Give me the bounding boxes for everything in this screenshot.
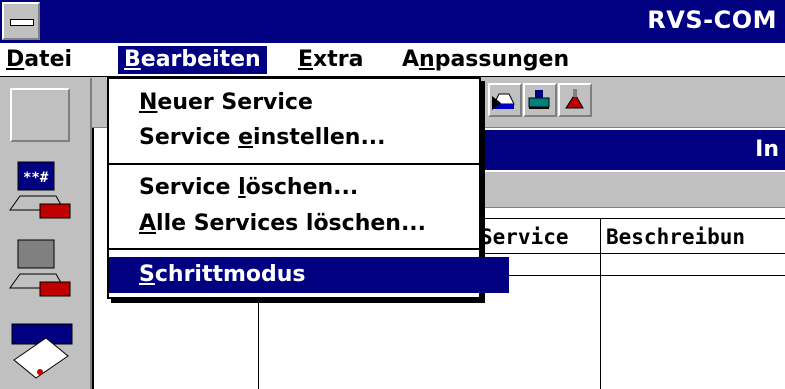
item-key: N <box>139 90 158 115</box>
item-rest: öschen... <box>245 175 359 200</box>
tools-icon[interactable] <box>558 83 592 117</box>
menu-item-service-loeschen[interactable]: Service löschen... <box>109 170 509 206</box>
svg-text:**#: **# <box>23 170 49 186</box>
menu-separator <box>109 248 479 250</box>
computer-phone-icon[interactable] <box>6 238 78 300</box>
menu-item-alle-services-loeschen[interactable]: Alle Services löschen... <box>109 206 509 242</box>
item-key: A <box>139 211 157 236</box>
column-divider <box>600 218 601 389</box>
menu-anpassungen[interactable]: Anpassungen <box>396 46 575 74</box>
menu-item-neuer-service[interactable]: Neuer Service <box>109 85 509 121</box>
item-pre: Service <box>139 125 239 150</box>
menu-item-service-einstellen[interactable]: Service einstellen... <box>109 120 509 156</box>
item-key: l <box>238 175 246 200</box>
menu-bearbeiten-rest: earbeiten <box>140 47 261 72</box>
item-rest: instellen... <box>253 125 386 150</box>
item-rest: lle Services löschen... <box>156 211 427 236</box>
item-rest: chrittmodus <box>154 262 306 287</box>
menu-item-schrittmodus[interactable]: Schrittmodus <box>109 257 509 293</box>
menu-extra-key: E <box>298 47 314 72</box>
bearbeiten-dropdown: Neuer Service Service einstellen... Serv… <box>107 77 509 299</box>
menu-datei-rest: atei <box>24 47 73 72</box>
card-reader-icon[interactable] <box>6 320 78 382</box>
menu-extra[interactable]: Extra <box>292 46 369 74</box>
col-beschreibung[interactable]: Beschreibun <box>600 219 745 255</box>
isdn-card-icon[interactable] <box>523 83 557 117</box>
row-divider <box>466 275 785 276</box>
menu-separator <box>109 163 479 165</box>
item-pre: Service <box>139 175 239 200</box>
menu-anpassungen-rest: passungen <box>434 47 570 72</box>
submenu-arrow-icon <box>492 96 501 110</box>
menu-bearbeiten-key: B <box>124 47 141 72</box>
item-key: S <box>139 262 155 287</box>
item-rest: euer Service <box>157 90 313 115</box>
menu-datei-key: D <box>6 47 25 72</box>
item-key: e <box>238 125 254 150</box>
blank-button[interactable] <box>10 88 70 142</box>
menu-anpassungen-key: n <box>419 47 435 72</box>
table-header: Service Beschreibun <box>466 218 785 254</box>
menu-datei[interactable]: Datei <box>0 46 78 74</box>
menu-bar: Datei Bearbeiten Extra Anpassungen <box>0 43 785 77</box>
menu-extra-rest: xtra <box>313 47 364 72</box>
system-menu-icon[interactable] <box>2 2 40 40</box>
menu-anpassungen-pre: A <box>402 47 420 72</box>
left-panel: **# <box>0 78 92 389</box>
terminal-phone-icon[interactable]: **# <box>6 160 78 222</box>
menu-bearbeiten[interactable]: Bearbeiten <box>118 46 267 74</box>
window-title: RVS-COM <box>647 6 777 34</box>
